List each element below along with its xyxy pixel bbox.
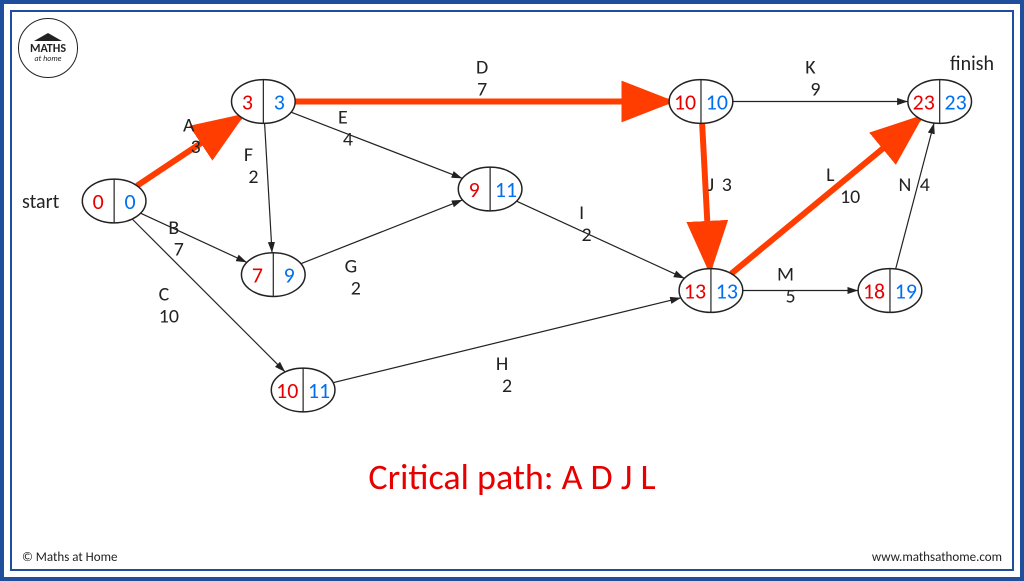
node-n10a: 10 11 xyxy=(271,368,335,412)
edge-label-M: M xyxy=(777,263,794,287)
node-n7: 79 xyxy=(241,253,305,297)
edge-duration-L: 10 xyxy=(840,185,860,209)
edge-I xyxy=(517,201,685,278)
node-n9: 9 11 xyxy=(458,167,522,211)
edge-duration-C: 10 xyxy=(159,304,179,328)
edge-duration-F: 2 xyxy=(248,165,258,189)
node-late-n3: 3 xyxy=(274,88,285,115)
node-n10b: 10 10 xyxy=(669,80,733,124)
node-late-n18: 19 xyxy=(895,277,917,304)
node-finish: 23 23 xyxy=(908,80,972,124)
inner-frame: MATHS at home start finish 0033791011911… xyxy=(10,10,1014,571)
edge-label-E: E xyxy=(338,105,348,129)
node-early-n9: 9 xyxy=(469,176,480,203)
edge-label-B: B xyxy=(168,216,179,240)
copyright-text: © Maths at Home xyxy=(22,550,117,565)
website-text: www.mathsathome.com xyxy=(872,550,1002,565)
edge-L xyxy=(731,118,919,273)
node-late-n10b: 10 xyxy=(706,88,728,115)
node-early-n7: 7 xyxy=(252,262,263,289)
edge-F xyxy=(265,123,272,252)
node-early-start: 0 xyxy=(93,188,104,215)
node-late-n13: 13 xyxy=(716,277,738,304)
edge-label-I: I xyxy=(579,201,584,225)
edge-label-K: K xyxy=(805,56,816,80)
edge-label-H: H xyxy=(496,352,508,376)
edge-duration-H: 2 xyxy=(502,374,512,398)
edge-label-G: G xyxy=(345,255,358,279)
edge-duration-J: 3 xyxy=(722,173,732,197)
edge-label-D: D xyxy=(476,56,488,80)
edge-label-A: A xyxy=(183,113,195,137)
node-early-n10b: 10 xyxy=(674,88,696,115)
edge-duration-I: 2 xyxy=(582,223,592,247)
edge-duration-A: 3 xyxy=(191,135,201,159)
node-n3: 33 xyxy=(232,80,296,124)
edge-G xyxy=(301,200,463,264)
node-early-n13: 13 xyxy=(684,277,706,304)
node-early-n10a: 10 xyxy=(276,377,298,404)
node-late-n10a: 11 xyxy=(308,377,330,404)
edge-label-F: F xyxy=(244,143,253,167)
edge-duration-B: 7 xyxy=(174,238,184,262)
node-early-finish: 23 xyxy=(913,88,935,115)
edge-duration-E: 4 xyxy=(343,127,353,151)
node-early-n3: 3 xyxy=(242,88,253,115)
edge-label-N: N xyxy=(898,173,911,197)
edge-duration-N: 4 xyxy=(920,173,930,197)
edge-duration-D: 7 xyxy=(477,78,487,102)
critical-path-text: Critical path: A D J L xyxy=(368,455,655,499)
edge-duration-K: 9 xyxy=(810,78,820,102)
edge-label-L: L xyxy=(826,163,835,187)
node-late-start: 0 xyxy=(125,188,136,215)
node-early-n18: 18 xyxy=(863,277,885,304)
edge-label-C: C xyxy=(159,282,170,306)
node-late-n7: 9 xyxy=(284,262,295,289)
node-late-n9: 11 xyxy=(495,176,517,203)
node-n13: 13 13 xyxy=(679,269,743,313)
node-start: 00 xyxy=(82,179,146,223)
outer-frame: MATHS at home start finish 0033791011911… xyxy=(0,0,1024,581)
edge-E xyxy=(291,112,462,178)
node-late-finish: 23 xyxy=(945,88,967,115)
edge-B xyxy=(141,213,247,262)
edge-duration-M: 5 xyxy=(785,284,795,308)
node-n18: 1819 xyxy=(858,269,922,313)
edge-label-J: J xyxy=(708,173,714,197)
edge-duration-G: 2 xyxy=(351,276,361,300)
